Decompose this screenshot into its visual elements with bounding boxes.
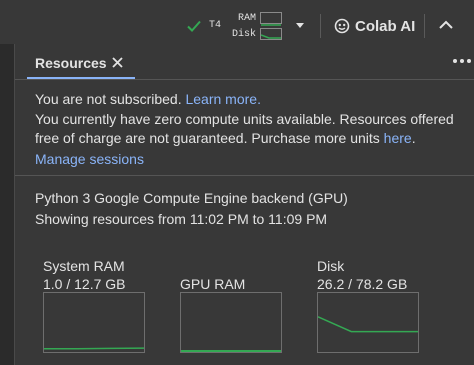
panel-divider: [14, 44, 15, 365]
compute-units-text-2: free of charge are not guaranteed. Purch…: [35, 130, 416, 146]
colab-ai-icon: [334, 18, 350, 34]
section-divider: [15, 175, 474, 176]
top-toolbar: T4 RAM Disk Colab AI: [0, 0, 474, 44]
gpu-ram-graph: [180, 292, 282, 353]
disk-label: Disk: [232, 29, 257, 40]
compute-units-text-2-suffix: .: [411, 130, 416, 146]
toolbar-divider: [320, 14, 321, 38]
more-menu-icon[interactable]: [452, 58, 472, 64]
system-ram-graph-plot: [44, 347, 145, 350]
system-ram-title: System RAM: [43, 258, 125, 274]
chevron-up-icon[interactable]: [438, 19, 454, 31]
tab-resources[interactable]: Resources: [27, 44, 135, 80]
system-ram-graph: [43, 292, 145, 353]
manage-sessions-link[interactable]: Manage sessions: [35, 151, 144, 167]
disk-title: Disk: [317, 258, 345, 274]
disk-value: 26.2 / 78.2 GB: [317, 276, 408, 292]
disk-usage-line: [317, 316, 418, 333]
tab-resources-label: Resources: [35, 55, 107, 71]
system-ram-usage-line: [44, 347, 145, 350]
gpu-ram-title: GPU RAM: [180, 276, 246, 292]
side-gutter: [0, 44, 14, 365]
disk-graph-plot: [317, 316, 418, 333]
learn-more-link[interactable]: Learn more.: [185, 91, 260, 107]
toolbar-divider: [424, 14, 425, 38]
backend-name: Python 3 Google Compute Engine backend (…: [35, 190, 348, 206]
disk-mini-graph: [260, 28, 282, 40]
colab-ai-label: Colab AI: [355, 17, 416, 35]
tab-bar-divider: [15, 79, 474, 80]
close-icon[interactable]: [112, 57, 123, 68]
ram-mini-graph: [260, 12, 282, 26]
ram-label: RAM: [238, 13, 257, 24]
colab-ai-button[interactable]: Colab AI: [334, 16, 415, 36]
not-subscribed-text: You are not subscribed.: [35, 91, 182, 107]
subscription-status: You are not subscribed. Learn more.: [35, 91, 261, 107]
resource-time-range: Showing resources from 11:02 PM to 11:09…: [35, 211, 328, 227]
gpu-type-label: T4: [209, 20, 222, 31]
dropdown-caret-icon[interactable]: [294, 20, 306, 30]
system-ram-value: 1.0 / 12.7 GB: [43, 276, 126, 292]
gpu-ram-graph-plot: [181, 350, 281, 352]
compute-units-text: You currently have zero compute units av…: [35, 111, 454, 127]
disk-graph: [317, 292, 419, 353]
purchase-here-link[interactable]: here: [384, 130, 412, 146]
check-icon: [187, 20, 201, 32]
compute-units-text-2-prefix: free of charge are not guaranteed. Purch…: [35, 130, 384, 146]
